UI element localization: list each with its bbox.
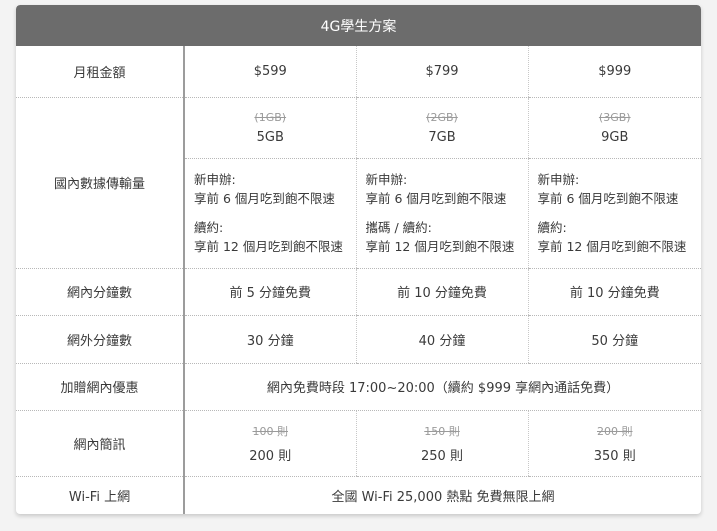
- onnet-minutes-cell: 前 10 分鐘免費: [527, 268, 701, 316]
- promo-title: 續約:: [537, 220, 567, 235]
- plan-table: 月租金額 $599 $799 $999 國內數據傳輸量 (1GB) 5GB (2…: [16, 46, 701, 514]
- monthly-fee-799: $799: [355, 46, 528, 98]
- promo-text: 享前 12 個月吃到飽不限速: [537, 239, 687, 254]
- new-sms-amount: 200 則: [249, 448, 292, 464]
- promo-title: 新申辦:: [537, 172, 580, 187]
- offnet-minutes-cell: 50 分鐘: [527, 315, 701, 364]
- data-cell: (2GB) 7GB: [355, 97, 528, 159]
- old-data-amount: (3GB): [598, 110, 631, 124]
- table-row-data: 國內數據傳輸量 (1GB) 5GB (2GB) 7GB (3GB) 9GB: [16, 97, 701, 269]
- old-data-amount: (1GB): [254, 110, 287, 124]
- table-row-onnet-minutes: 網內分鐘數 前 5 分鐘免費 前 10 分鐘免費 前 10 分鐘免費: [16, 268, 701, 316]
- sms-cell: 100 則 200 則: [183, 410, 356, 477]
- old-sms-amount: 200 則: [597, 424, 633, 438]
- new-data-amount: 5GB: [256, 129, 284, 145]
- plan-title: 4G學生方案: [16, 5, 701, 46]
- wifi-cell: 全國 Wi-Fi 25,000 熱點 免費無限上網: [183, 476, 701, 514]
- promo-title: 新申辦:: [194, 172, 236, 187]
- promo-title: 續約:: [194, 220, 224, 235]
- new-data-amount: 7GB: [428, 129, 456, 145]
- data-cell: (3GB) 9GB: [527, 97, 701, 159]
- onnet-minutes-cell: 前 10 分鐘免費: [355, 268, 528, 316]
- onnet-bonus-cell: 網內免費時段 17:00~20:00（續約 $999 享網內通話免費）: [183, 363, 701, 411]
- table-row-monthly-fee: 月租金額 $599 $799 $999: [16, 46, 701, 98]
- table-row-offnet-minutes: 網外分鐘數 30 分鐘 40 分鐘 50 分鐘: [16, 315, 701, 364]
- promo-text: 享前 12 個月吃到飽不限速: [365, 239, 515, 254]
- onnet-minutes-cell: 前 5 分鐘免費: [183, 268, 356, 316]
- offnet-minutes-cell: 30 分鐘: [183, 315, 356, 364]
- data-promo-cell: 新申辦: 享前 6 個月吃到飽不限速 續約: 享前 12 個月吃到飽不限速: [527, 158, 701, 269]
- monthly-fee-999: $999: [527, 46, 701, 98]
- old-sms-amount: 150 則: [424, 424, 460, 438]
- data-promo-cell: 新申辦: 享前 6 個月吃到飽不限速 攜碼 / 續約: 享前 12 個月吃到飽不限速: [355, 158, 528, 269]
- promo-title: 新申辦:: [365, 172, 408, 187]
- row-label: 加贈網內優惠: [16, 363, 185, 411]
- sms-cell: 150 則 250 則: [355, 410, 528, 477]
- new-data-amount: 9GB: [601, 129, 629, 145]
- old-data-amount: (2GB): [426, 110, 458, 124]
- table-row-wifi: Wi-Fi 上網 全國 Wi-Fi 25,000 熱點 免費無限上網: [16, 476, 701, 514]
- sms-cell: 200 則 350 則: [527, 410, 701, 477]
- new-sms-amount: 350 則: [593, 448, 636, 464]
- promo-title: 攜碼 / 續約:: [365, 220, 432, 235]
- row-label: 網內簡訊: [16, 410, 185, 477]
- new-sms-amount: 250 則: [421, 448, 463, 464]
- row-label: 網外分鐘數: [16, 315, 185, 364]
- promo-text: 享前 6 個月吃到飽不限速: [194, 191, 335, 206]
- promo-text: 享前 6 個月吃到飽不限速: [537, 191, 679, 206]
- promo-text: 享前 12 個月吃到飽不限速: [194, 239, 343, 254]
- monthly-fee-599: $599: [183, 46, 356, 98]
- table-row-onnet-bonus: 加贈網內優惠 網內免費時段 17:00~20:00（續約 $999 享網內通話免…: [16, 363, 701, 411]
- row-label: Wi-Fi 上網: [16, 476, 185, 514]
- promo-text: 享前 6 個月吃到飽不限速: [365, 191, 507, 206]
- plan-card: 4G學生方案 月租金額 $599 $799 $999 國內數據傳輸量 (1GB)…: [16, 5, 701, 514]
- old-sms-amount: 100 則: [252, 424, 289, 438]
- data-promo-cell: 新申辦: 享前 6 個月吃到飽不限速 續約: 享前 12 個月吃到飽不限速: [183, 158, 356, 269]
- data-cell: (1GB) 5GB: [183, 97, 356, 159]
- row-label: 網內分鐘數: [16, 268, 185, 316]
- row-label: 國內數據傳輸量: [16, 97, 185, 269]
- offnet-minutes-cell: 40 分鐘: [355, 315, 528, 364]
- row-label: 月租金額: [16, 46, 185, 98]
- table-row-sms: 網內簡訊 100 則 200 則 150 則 250 則 200 則 350 則: [16, 410, 701, 477]
